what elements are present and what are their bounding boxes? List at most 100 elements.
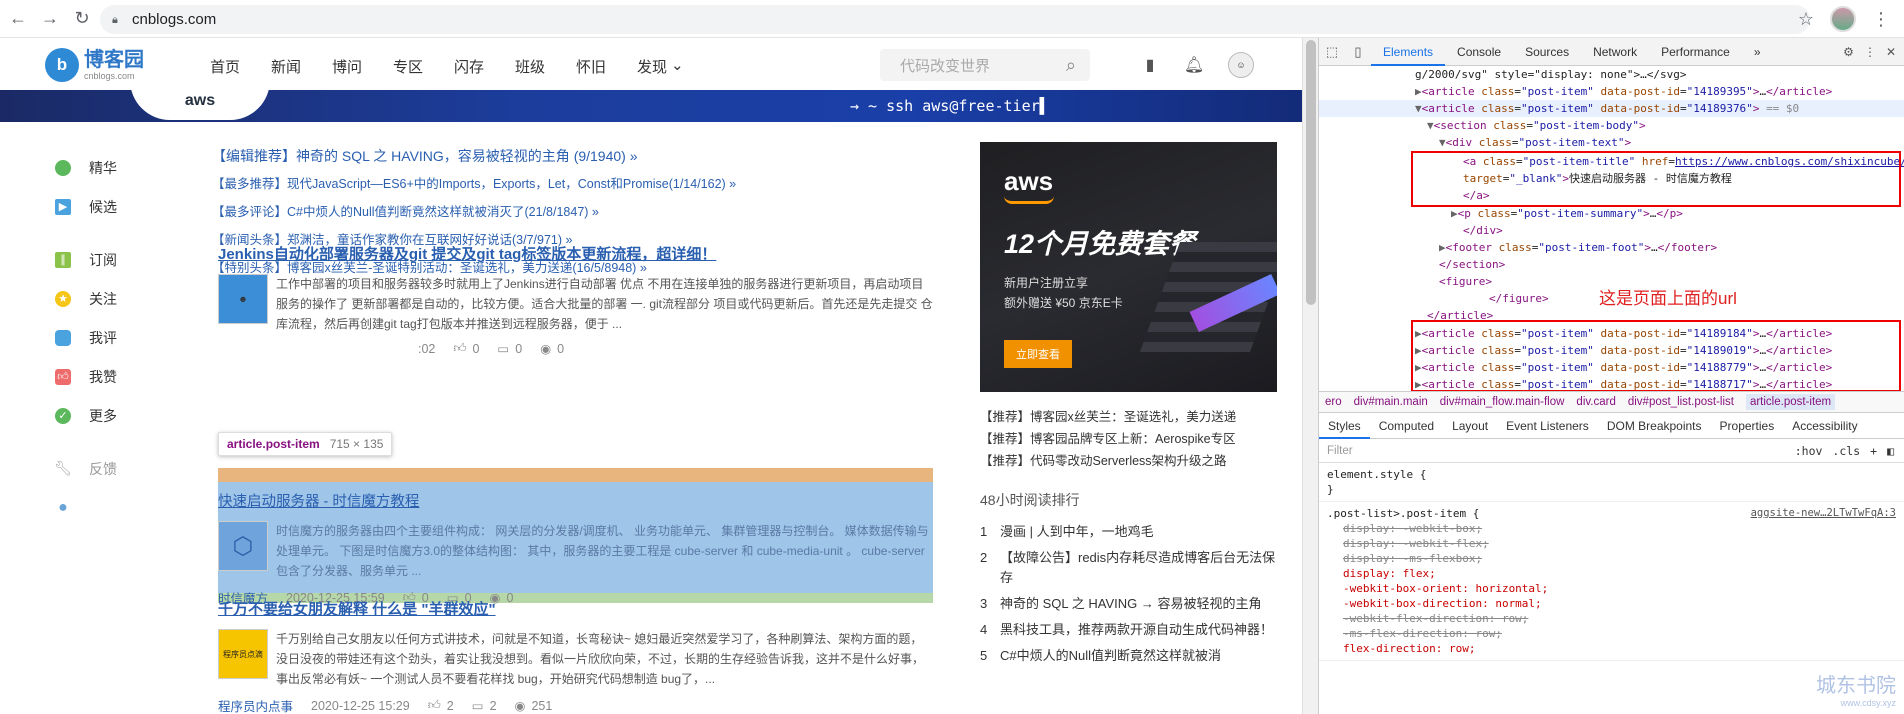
dom-line-selected[interactable]: ▼<article class="post-item" data-post-id… <box>1319 100 1904 117</box>
element-style-rule[interactable]: element.style { } <box>1319 463 1904 502</box>
css-prop-overridden[interactable]: display: -webkit-box; <box>1327 521 1896 536</box>
sidebar-item-follow[interactable]: ★ 关注 <box>55 279 175 318</box>
aws-banner[interactable]: aws → ~ ssh aws@free-tier▌ <box>0 80 1302 122</box>
breadcrumb-item[interactable]: div#post_list.post-list <box>1628 396 1734 408</box>
sidebar-item-candidate[interactable]: ▶ 候选 <box>55 187 175 226</box>
close-icon[interactable]: ✕ <box>1886 45 1896 59</box>
nav-item-flash[interactable]: 闪存 <box>454 56 515 77</box>
sidebar-item-subscribe[interactable]: ∥ 订阅 <box>55 240 175 279</box>
browser-menu-icon[interactable]: ⋮ <box>1872 9 1890 30</box>
tab-elements[interactable]: Elements <box>1371 38 1446 66</box>
profile-avatar[interactable] <box>1830 6 1856 32</box>
post-author[interactable]: 程序员内点事 <box>218 696 293 714</box>
rule-source-link[interactable]: aggsite-new…2LTwTwFqA:3 <box>1751 506 1896 521</box>
page-scrollbar[interactable] <box>1302 38 1318 714</box>
tab-properties[interactable]: Properties <box>1711 413 1784 439</box>
cls-toggle[interactable]: .cls <box>1832 444 1860 458</box>
tab-console[interactable]: Console <box>1445 38 1513 66</box>
dom-line[interactable]: ▼<section class="post-item-body"> <box>1319 117 1904 134</box>
recommend-editor[interactable]: 【编辑推荐】神奇的 SQL 之 HAVING，容易被轻视的主角 (9/1940)… <box>212 142 934 170</box>
tab-sources[interactable]: Sources <box>1513 38 1581 66</box>
dom-line[interactable]: g/2000/svg" style="display: none">…</svg… <box>1319 66 1904 83</box>
tab-accessibility[interactable]: Accessibility <box>1783 413 1866 439</box>
post-digg[interactable]: 👍︎ 0 <box>453 341 479 356</box>
tab-dom-breakpoints[interactable]: DOM Breakpoints <box>1598 413 1711 439</box>
nav-item-questions[interactable]: 博问 <box>332 56 393 77</box>
tab-computed[interactable]: Computed <box>1370 413 1443 439</box>
aws-ad[interactable]: aws 12个月免费套餐 新用户注册立享 额外赠送 ¥50 京东E卡 立即查看 <box>980 142 1277 392</box>
recommend-most-liked[interactable]: 【最多推荐】现代JavaScript—ES6+中的Imports，Exports… <box>212 170 934 198</box>
right-link[interactable]: 【推荐】博客园x丝芙兰：圣诞选礼，美力送递 <box>980 406 1280 428</box>
post-title[interactable]: Jenkins自动化部署服务器及git 提交及git tag标签版本更新流程，超… <box>218 243 933 264</box>
tab-layout[interactable]: Layout <box>1443 413 1497 439</box>
gear-icon[interactable]: ⚙ <box>1843 45 1854 59</box>
add-rule-icon[interactable]: + <box>1870 444 1877 458</box>
post-comment[interactable]: ▭ 0 <box>497 341 522 357</box>
sidebar-item-featured[interactable]: 精华 <box>55 148 175 187</box>
dom-line[interactable]: ▶<article class="post-item" data-post-id… <box>1319 83 1904 100</box>
nav-item-home[interactable]: 首页 <box>210 56 271 77</box>
post-title[interactable]: 快速启动服务器 - 时信魔方教程 <box>218 490 933 511</box>
tab-network[interactable]: Network <box>1581 38 1649 66</box>
tab-performance[interactable]: Performance <box>1649 38 1742 66</box>
bookmark-star-icon[interactable]: ☆ <box>1798 9 1814 30</box>
right-link[interactable]: 【推荐】代码零改动Serverless架构升级之路 <box>980 450 1280 472</box>
dom-line[interactable]: ▶<footer class="post-item-foot">…</foote… <box>1319 239 1904 256</box>
forward-arrow-icon[interactable]: → <box>36 5 64 33</box>
address-bar[interactable]: 🔒︎ cnblogs.com <box>100 5 1810 34</box>
search-icon[interactable]: ⌕ <box>1066 55 1076 76</box>
search-input[interactable]: 代码改变世界 ⌕ <box>880 49 1090 81</box>
sidebar-item-my-likes[interactable]: 👍︎ 我赞 <box>55 357 175 396</box>
css-prop[interactable]: flex-direction: row; <box>1327 641 1896 656</box>
notebook-icon[interactable]: ▮ <box>1140 55 1160 75</box>
user-avatar[interactable]: ☺ <box>1228 52 1254 78</box>
site-logo[interactable]: b 博客园 cnblogs.com <box>45 48 144 82</box>
tab-styles[interactable]: Styles <box>1319 413 1370 439</box>
scrollbar-thumb[interactable] <box>1306 40 1316 305</box>
css-prop-overridden[interactable]: -ms-flex-direction: row; <box>1327 626 1896 641</box>
post-title[interactable]: 千万不要给女朋友解释 什么是 "羊群效应" <box>218 598 933 619</box>
nav-item-discover[interactable]: 发现 ⌄ <box>637 56 698 77</box>
css-rule[interactable]: .post-list>.post-item {aggsite-new…2LTwT… <box>1319 502 1904 661</box>
css-prop[interactable]: display: flex; <box>1327 566 1896 581</box>
ad-cta-button[interactable]: 立即查看 <box>1004 340 1072 368</box>
dom-line[interactable]: </section> <box>1319 256 1904 273</box>
css-prop[interactable]: -webkit-box-orient: horizontal; <box>1327 581 1896 596</box>
post-thumbnail[interactable]: 程序员点滴 <box>218 629 268 679</box>
breadcrumb-item[interactable]: div.card <box>1576 396 1615 408</box>
breadcrumb-item[interactable]: ero <box>1325 396 1342 408</box>
sidebar-item-more[interactable]: ✓ 更多 <box>55 396 175 435</box>
nav-item-class[interactable]: 班级 <box>515 56 576 77</box>
device-toggle-icon[interactable]: ▯ <box>1345 44 1371 60</box>
breadcrumb-item[interactable]: div#main.main <box>1354 396 1428 408</box>
rank-item[interactable]: 5 C#中烦人的Null值判断竟然这样就被消 <box>980 646 1280 666</box>
tab-event-listeners[interactable]: Event Listeners <box>1497 413 1598 439</box>
nav-item-nostalgia[interactable]: 怀旧 <box>576 56 637 77</box>
nav-item-news[interactable]: 新闻 <box>271 56 332 77</box>
dom-line[interactable]: ▼<div class="post-item-text"> <box>1319 134 1904 151</box>
css-prop[interactable]: -webkit-box-direction: normal; <box>1327 596 1896 611</box>
bell-icon[interactable]: 🔔︎ <box>1184 55 1204 75</box>
css-prop-overridden[interactable]: display: -webkit-flex; <box>1327 536 1896 551</box>
sidebar-item-feedback[interactable]: 🔧︎ 反馈 <box>54 449 175 488</box>
breadcrumb-item[interactable]: div#main_flow.main-flow <box>1440 396 1565 408</box>
sidebar-item-my-comments[interactable]: 我评 <box>55 318 175 357</box>
rank-item[interactable]: 2 【故障公告】redis内存耗尽造成博客后台无法保存 <box>980 548 1280 588</box>
css-prop-overridden[interactable]: -webkit-flex-direction: row; <box>1327 611 1896 626</box>
sidebar-toggle-icon[interactable]: ◧ <box>1887 444 1894 458</box>
post-comment[interactable]: ▭ 2 <box>472 698 497 714</box>
reload-icon[interactable]: ↻ <box>68 5 96 33</box>
rank-item[interactable]: 1 漫画 | 人到中年，一地鸡毛 <box>980 522 1280 542</box>
devtools-menu-icon[interactable]: ⋮ <box>1864 45 1876 59</box>
css-prop-overridden[interactable]: display: -ms-flexbox; <box>1327 551 1896 566</box>
sidebar-item-idea[interactable]: ● <box>55 488 175 527</box>
styles-filter-input[interactable]: Filter :hov .cls + ◧ <box>1319 439 1904 463</box>
nav-item-zone[interactable]: 专区 <box>393 56 454 77</box>
inspect-icon[interactable]: ⬚ <box>1319 44 1345 60</box>
post-digg[interactable]: 👍︎ 2 <box>428 698 454 713</box>
dom-line[interactable]: </div> <box>1319 222 1904 239</box>
rank-item[interactable]: 3 神奇的 SQL 之 HAVING → 容易被轻视的主角 <box>980 594 1280 614</box>
post-thumbnail[interactable]: ☻ <box>218 274 268 324</box>
more-tabs-icon[interactable]: » <box>1742 38 1773 66</box>
back-arrow-icon[interactable]: ← <box>4 5 32 33</box>
